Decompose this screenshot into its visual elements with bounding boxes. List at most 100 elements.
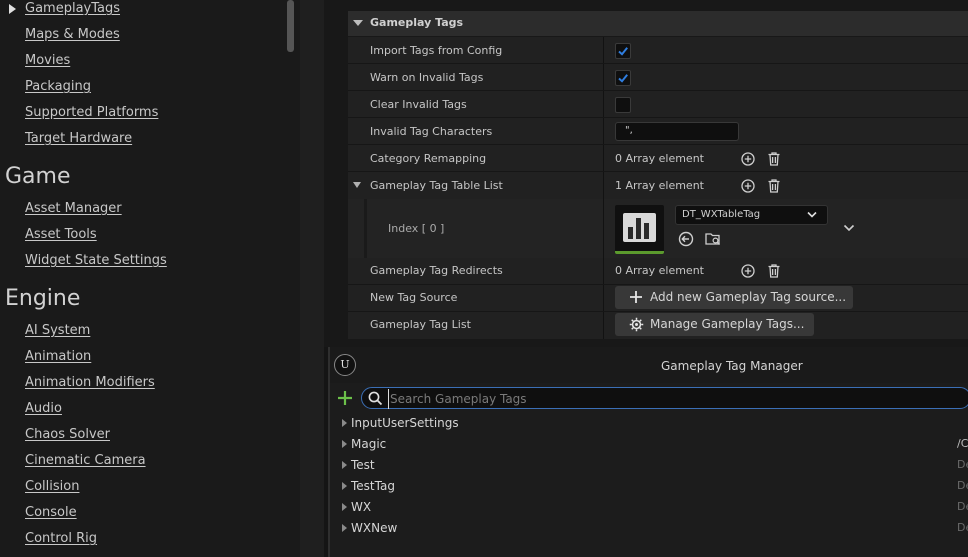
add-element-icon[interactable] bbox=[740, 263, 756, 279]
nav-scrollbar[interactable] bbox=[287, 0, 294, 52]
asset-thumbnail[interactable] bbox=[615, 205, 664, 254]
row-separator bbox=[348, 284, 968, 285]
trash-icon[interactable] bbox=[766, 178, 782, 194]
category-remapping-count: 0 Array element bbox=[615, 152, 704, 165]
tag-name: Magic bbox=[351, 437, 387, 451]
nav-link-supported-platforms[interactable]: Supported Platforms bbox=[25, 105, 158, 120]
expand-arrow-icon[interactable] bbox=[342, 524, 347, 532]
browse-asset-icon[interactable] bbox=[704, 230, 722, 248]
nav-link-asset-manager[interactable]: Asset Manager bbox=[25, 201, 122, 216]
tag-tree-row-wx[interactable]: WX De bbox=[331, 497, 968, 518]
expand-arrow-icon[interactable] bbox=[342, 419, 347, 427]
tag-source: De bbox=[957, 521, 968, 534]
nav-link-ai-system[interactable]: AI System bbox=[25, 323, 90, 338]
add-element-icon[interactable] bbox=[740, 178, 756, 194]
tag-manager-titlebar[interactable] bbox=[330, 347, 968, 383]
asset-name: DT_WXTableTag bbox=[682, 209, 761, 220]
settings-nav-panel: GameplayTags Maps & Modes Movies Packagi… bbox=[0, 0, 300, 557]
expand-arrow-icon[interactable] bbox=[342, 440, 347, 448]
gear-icon bbox=[629, 317, 644, 332]
properties-block bbox=[348, 37, 968, 199]
tag-tree-row-test[interactable]: Test De bbox=[331, 455, 968, 476]
expand-arrow-icon[interactable] bbox=[342, 461, 347, 469]
nav-link-widget-state-settings[interactable]: Widget State Settings bbox=[25, 253, 167, 268]
trash-icon[interactable] bbox=[766, 151, 782, 167]
row-separator bbox=[348, 311, 968, 312]
expand-arrow-icon[interactable] bbox=[342, 503, 347, 511]
invalid-chars-field[interactable]: ", bbox=[615, 122, 739, 141]
tag-manager-title: Gameplay Tag Manager bbox=[661, 359, 803, 373]
collapse-arrow-icon[interactable] bbox=[353, 182, 361, 188]
tag-search-box[interactable] bbox=[361, 387, 968, 409]
tag-name: InputUserSettings bbox=[351, 416, 459, 430]
nav-link-cinematic-camera[interactable]: Cinematic Camera bbox=[25, 453, 146, 468]
nav-link-collision[interactable]: Collision bbox=[25, 479, 79, 494]
checkmark-icon bbox=[618, 47, 628, 56]
tag-list-label: Gameplay Tag List bbox=[370, 318, 471, 331]
redirects-count: 0 Array element bbox=[615, 264, 704, 277]
expand-arrow-icon[interactable] bbox=[342, 482, 347, 490]
use-selected-asset-icon[interactable] bbox=[677, 230, 695, 248]
data-table-icon bbox=[623, 213, 656, 242]
asset-picker-dropdown[interactable]: DT_WXTableTag bbox=[675, 205, 828, 225]
tag-source: /C bbox=[957, 437, 968, 450]
nav-link-movies[interactable]: Movies bbox=[25, 53, 70, 68]
checkmark-icon bbox=[618, 74, 628, 83]
nav-link-animation[interactable]: Animation bbox=[25, 349, 91, 364]
row-separator bbox=[348, 90, 968, 91]
nav-link-target-hardware[interactable]: Target Hardware bbox=[25, 131, 132, 146]
import-tags-label: Import Tags from Config bbox=[370, 44, 503, 57]
row-separator bbox=[348, 144, 968, 145]
plus-icon bbox=[630, 291, 642, 303]
manage-tags-button[interactable]: Manage Gameplay Tags... bbox=[615, 313, 814, 336]
invalid-chars-label: Invalid Tag Characters bbox=[370, 125, 493, 138]
add-tag-icon[interactable] bbox=[337, 390, 353, 406]
clear-invalid-checkbox[interactable] bbox=[615, 97, 631, 113]
nav-link-maps-modes[interactable]: Maps & Modes bbox=[25, 27, 120, 42]
tag-tree-row-testtag[interactable]: TestTag De bbox=[331, 476, 968, 497]
trash-icon[interactable] bbox=[766, 263, 782, 279]
tag-name: WX bbox=[351, 500, 372, 514]
nav-section-game: Game bbox=[5, 164, 71, 189]
add-element-icon[interactable] bbox=[740, 151, 756, 167]
indent-guide bbox=[364, 199, 367, 258]
collapse-arrow-icon[interactable] bbox=[353, 20, 363, 26]
nav-link-asset-tools[interactable]: Asset Tools bbox=[25, 227, 97, 242]
category-title: Gameplay Tags bbox=[370, 16, 464, 29]
nav-link-packaging[interactable]: Packaging bbox=[25, 79, 91, 94]
column-splitter[interactable] bbox=[603, 199, 604, 258]
manage-tags-label: Manage Gameplay Tags... bbox=[650, 317, 805, 331]
warn-invalid-label: Warn on Invalid Tags bbox=[370, 71, 484, 84]
new-tag-source-label: New Tag Source bbox=[370, 291, 458, 304]
nav-link-chaos-solver[interactable]: Chaos Solver bbox=[25, 427, 110, 442]
expand-arrow-icon[interactable] bbox=[9, 4, 16, 14]
tag-name: TestTag bbox=[351, 479, 395, 493]
chevron-down-icon[interactable] bbox=[843, 224, 855, 232]
tag-tree-row-inputusersettings[interactable]: InputUserSettings bbox=[331, 413, 968, 434]
add-tag-source-label: Add new Gameplay Tag source... bbox=[650, 290, 847, 304]
tag-search-input[interactable] bbox=[388, 389, 952, 409]
import-tags-checkbox[interactable] bbox=[615, 43, 631, 59]
redirects-label: Gameplay Tag Redirects bbox=[370, 264, 503, 277]
unreal-logo-icon: U bbox=[334, 354, 356, 376]
table-list-label: Gameplay Tag Table List bbox=[370, 179, 503, 192]
nav-section-engine: Engine bbox=[5, 286, 81, 311]
row-separator bbox=[348, 171, 968, 172]
table-list-count: 1 Array element bbox=[615, 179, 704, 192]
column-splitter[interactable] bbox=[603, 37, 604, 339]
category-remapping-label: Category Remapping bbox=[370, 152, 487, 165]
warn-invalid-checkbox[interactable] bbox=[615, 70, 631, 86]
row-separator bbox=[348, 117, 968, 118]
tag-source: De bbox=[957, 500, 968, 513]
nav-link-console[interactable]: Console bbox=[25, 505, 77, 520]
tag-tree-row-wxnew[interactable]: WXNew De bbox=[331, 518, 968, 539]
tag-tree-row-magic[interactable]: Magic /C bbox=[331, 434, 968, 455]
clear-invalid-label: Clear Invalid Tags bbox=[370, 98, 467, 111]
row-separator bbox=[348, 63, 968, 64]
nav-link-audio[interactable]: Audio bbox=[25, 401, 62, 416]
nav-link-animation-modifiers[interactable]: Animation Modifiers bbox=[25, 375, 155, 390]
nav-link-gameplaytags[interactable]: GameplayTags bbox=[25, 1, 120, 16]
add-tag-source-button[interactable]: Add new Gameplay Tag source... bbox=[615, 286, 853, 309]
tag-source: De bbox=[957, 458, 968, 471]
nav-link-control-rig[interactable]: Control Rig bbox=[25, 531, 97, 546]
